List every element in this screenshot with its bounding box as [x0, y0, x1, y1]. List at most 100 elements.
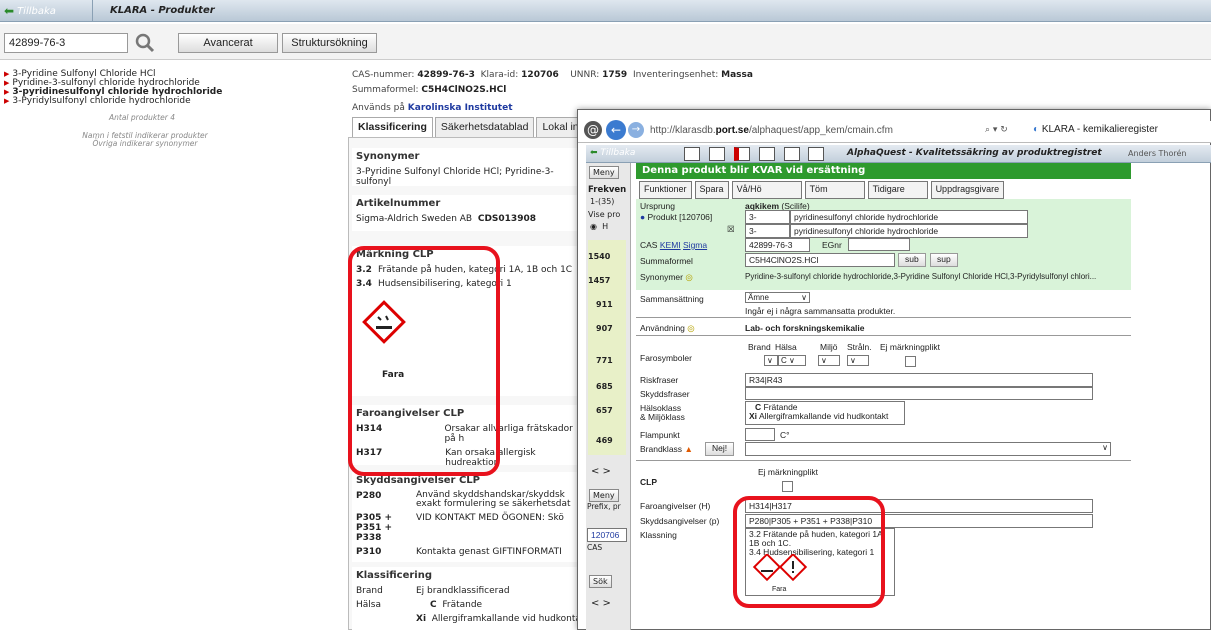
menu-functions[interactable]: Funktioner — [639, 181, 692, 199]
back-button[interactable]: ⬅ Tillbaka — [4, 4, 56, 18]
clp-no-labeling-checkbox[interactable] — [782, 481, 793, 492]
product-prefix-input-en[interactable]: 3- — [745, 224, 790, 238]
health-select[interactable]: C ∨ — [778, 355, 806, 366]
search-input[interactable]: 42899-76-3 — [4, 33, 128, 53]
sup-button[interactable]: sup — [930, 253, 958, 267]
toolbar-icon[interactable] — [684, 147, 700, 161]
uk-flag-icon: ☒ — [727, 224, 735, 234]
aq-back-button[interactable]: ⬅ Tillbaka — [590, 148, 635, 158]
health-class-box: C Frätande Xi Allergiframkallande vid hud… — [745, 401, 905, 425]
safety-phrases-input[interactable] — [745, 387, 1093, 400]
sigma-link[interactable]: Sigma — [683, 240, 707, 250]
show-label: Vise pro — [588, 210, 621, 219]
info-line: CAS-nummer: 42899-76-3 Klara-id: 120706 … — [352, 70, 753, 80]
product-name-input-en[interactable]: pyridinesulfonyl chloride hydrochloride — [790, 224, 1028, 238]
divider — [92, 0, 93, 22]
formula-input[interactable]: C5H4ClNO2S.HCl — [745, 253, 895, 267]
radiation-select[interactable]: ∨ — [847, 355, 869, 366]
toolbar-icon[interactable] — [709, 147, 725, 161]
product-label: ● Produkt [120706] — [640, 212, 713, 222]
toolbar-icon[interactable] — [759, 147, 775, 161]
flash-point-input[interactable] — [745, 428, 775, 441]
sub-button[interactable]: sub — [898, 253, 926, 267]
composition-select[interactable]: Ämne ∨ — [745, 292, 810, 303]
composition-label: Sammansättning — [640, 294, 704, 304]
risk-phrases-input[interactable]: R34|R43 — [745, 373, 1093, 387]
scroll-arrows-icon[interactable]: < > — [591, 466, 611, 477]
usage-label: Användning ◎ — [640, 323, 695, 333]
back-arrow-icon: ⬅ — [590, 148, 598, 158]
no-labeling-label: Ej märkningplikt — [758, 467, 818, 477]
synonyms-section: Synonymer 3-Pyridine Sulfonyl Chloride H… — [352, 148, 582, 187]
browser-tab[interactable]: ◐ KLARA - kemikalieregister — [1033, 124, 1158, 135]
list-item[interactable]: ▶ 3-Pyridylsulfonyl chloride hydrochlorid… — [4, 97, 304, 106]
formula-label: Summaformel — [640, 256, 693, 266]
product-count: Antal produkter 4 — [109, 113, 175, 122]
classification-section: Klassificering Brand Ej brandklassificera… — [352, 567, 612, 630]
used-link[interactable]: Karolinska Institutet — [408, 103, 513, 113]
scroll-arrows-icon[interactable]: < > — [591, 598, 611, 609]
health-row: Hälsa C Frätande — [356, 600, 483, 610]
product-name-input[interactable]: pyridinesulfonyl chloride hydrochloride — [790, 210, 1028, 224]
back-label: Tillbaka — [17, 5, 56, 17]
synonyms-text: 3-Pyridine Sulfonyl Chloride HCl; Pyridi… — [356, 167, 554, 187]
fire-class-select[interactable]: ∨ — [745, 442, 1111, 456]
chevron-down-icon: ∨ — [1102, 443, 1108, 452]
radio-option[interactable]: ◉ H — [590, 222, 608, 231]
advanced-search-button[interactable]: Avancerat — [178, 33, 278, 53]
triangle-icon: ▶ — [4, 70, 10, 78]
precautions-section: Skyddsangivelser CLP P280 Använd skyddsha… — [352, 472, 582, 562]
toolbar-icon[interactable] — [808, 147, 824, 161]
cas-label: CAS — [587, 543, 603, 552]
fire-select[interactable]: ∨ — [764, 355, 778, 366]
url-field[interactable]: http://klarasdb.port.se/alphaquest/app_k… — [650, 125, 893, 136]
prefix-label: Prefix, pr — [587, 502, 621, 511]
divider — [636, 460, 1131, 461]
frequency-list: 1540 1457 911 907 771 685 657 469 — [588, 240, 626, 455]
tab-classification[interactable]: Klassificering — [352, 117, 433, 137]
precaution-row: P280 Använd skyddshandskar/skyddsk exakt f… — [356, 490, 571, 509]
triangle-icon: ▶ — [4, 97, 10, 105]
fire-class-label: Brandklass ▲ — [640, 444, 693, 454]
range-label: 1-(35) — [590, 197, 615, 206]
environment-class-label: & Miljöklass — [640, 412, 685, 422]
fire-row: Brand Ej brandklassificerad — [356, 586, 510, 596]
menu-save[interactable]: Spara — [694, 181, 729, 199]
no-labeling-checkbox[interactable] — [905, 356, 916, 367]
browser-back-icon[interactable]: ← — [606, 120, 626, 140]
menu-client[interactable]: Uppdragsgivare — [930, 181, 1005, 199]
synonyms-label: Synonymer ◎ — [640, 272, 693, 282]
kemi-link[interactable]: KEMI — [660, 240, 681, 250]
precaution-row: P310 Kontakta genast GIFTINFORMATI — [356, 547, 562, 557]
formula-line: Summaformel: C5H4ClNO2S.HCl — [352, 85, 507, 95]
id-input[interactable]: 120706 — [587, 528, 627, 542]
info-icon: ◎ — [687, 323, 695, 333]
highlight-box — [348, 246, 500, 476]
section-title: Synonymer — [356, 151, 420, 162]
info-icon: ◎ — [685, 272, 693, 282]
clp-label: CLP — [640, 477, 657, 487]
triangle-icon: ▶ — [4, 88, 10, 96]
menu-button-2[interactable]: Meny — [589, 489, 619, 502]
menu-clear[interactable]: Töm — [804, 181, 865, 199]
safety-phrases-label: Skyddsfraser — [640, 389, 690, 399]
cas-input[interactable]: 42899-76-3 — [745, 238, 810, 252]
product-prefix-input[interactable]: 3- — [745, 210, 790, 224]
toolbar-icon[interactable] — [784, 147, 800, 161]
no-button[interactable]: Nej! — [705, 442, 735, 456]
aq-title: AlphaQuest - Kvalitetssäkring av produkt… — [847, 148, 1102, 158]
menu-previous[interactable]: Tidigare — [867, 181, 928, 199]
origin-label: Ursprung — [640, 201, 675, 211]
search-dropdown-icon[interactable]: ⌕ ▾ ↻ — [985, 125, 1008, 135]
menu-left-right[interactable]: Vå/Hö — [731, 181, 802, 199]
toolbar-icon[interactable] — [734, 147, 750, 161]
environment-select[interactable]: ∨ — [818, 355, 840, 366]
egnr-input[interactable] — [848, 238, 910, 251]
app-title: KLARA - Produkter — [110, 5, 215, 16]
search-button[interactable]: Sök — [589, 575, 612, 588]
search-icon[interactable] — [135, 33, 155, 53]
menu-button[interactable]: Meny — [589, 166, 619, 179]
structure-search-button[interactable]: Struktursökning — [282, 33, 377, 53]
browser-forward-icon[interactable]: → — [628, 122, 644, 138]
tab-sds[interactable]: Säkerhetsdatablad — [434, 117, 535, 137]
